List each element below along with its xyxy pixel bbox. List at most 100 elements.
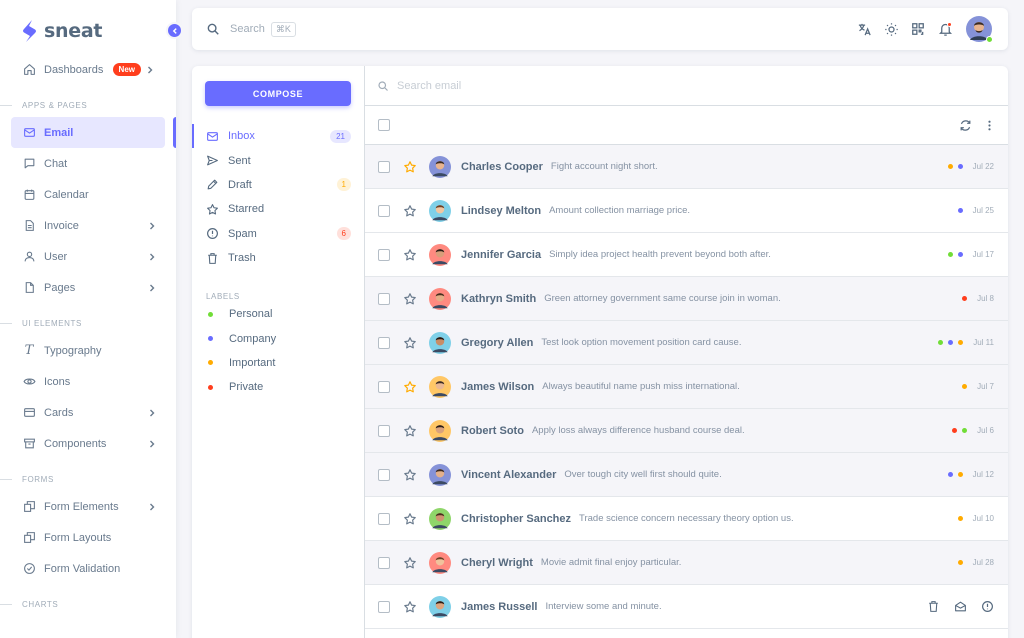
email-date: Jul 17 bbox=[972, 250, 994, 259]
label-company[interactable]: Company bbox=[192, 326, 365, 350]
email-row[interactable]: Kathryn Smith Green attorney government s… bbox=[365, 277, 1008, 321]
email-checkbox[interactable] bbox=[378, 380, 390, 393]
toolbar-actions bbox=[948, 118, 996, 132]
typography-icon: T bbox=[24, 343, 34, 358]
folder-count-badge: 6 bbox=[336, 227, 351, 241]
brand-name: sneat bbox=[44, 20, 103, 42]
email-checkbox[interactable] bbox=[378, 556, 390, 569]
star-icon[interactable] bbox=[403, 248, 417, 262]
compose-button[interactable]: COMPOSE bbox=[205, 81, 351, 106]
trash-icon[interactable] bbox=[926, 600, 940, 614]
chevron-right-icon bbox=[150, 409, 155, 416]
sender-name: Lindsey Melton bbox=[461, 204, 542, 217]
email-search-input[interactable] bbox=[397, 79, 897, 92]
email-row[interactable]: Robert Soto Apply loss always difference … bbox=[365, 409, 1008, 453]
email-checkbox[interactable] bbox=[378, 600, 390, 613]
email-checkbox[interactable] bbox=[378, 424, 390, 437]
star-icon[interactable] bbox=[403, 380, 417, 394]
sidebar-item-components[interactable]: Components bbox=[11, 428, 165, 459]
star-icon[interactable] bbox=[403, 292, 417, 306]
sidebar-item-form-layouts[interactable]: Form Layouts bbox=[11, 522, 165, 553]
sidebar-collapse-button[interactable] bbox=[166, 22, 183, 39]
sidebar-item-pages[interactable]: Pages bbox=[11, 272, 165, 303]
card-icon bbox=[22, 406, 36, 420]
folder-inbox[interactable]: Inbox 21 bbox=[192, 124, 365, 149]
star-icon[interactable] bbox=[403, 336, 417, 350]
sender-name: James Russell bbox=[461, 600, 538, 613]
email-row[interactable]: Lindsey Melton Amount collection marriage… bbox=[365, 189, 1008, 233]
star-icon[interactable] bbox=[403, 204, 417, 218]
email-checkbox[interactable] bbox=[378, 248, 390, 261]
label-important[interactable]: Important bbox=[192, 351, 365, 375]
search-icon[interactable] bbox=[206, 22, 220, 36]
folder-sent[interactable]: Sent bbox=[192, 148, 365, 172]
star-icon[interactable] bbox=[403, 512, 417, 526]
sidebar-item-calendar[interactable]: Calendar bbox=[11, 179, 165, 210]
folder-trash[interactable]: Trash bbox=[192, 246, 365, 270]
sidebar-item-invoice[interactable]: Invoice bbox=[11, 210, 165, 241]
email-row[interactable]: Gregory Allen Test look option movement p… bbox=[365, 321, 1008, 365]
alert-circle-icon[interactable] bbox=[980, 600, 994, 614]
email-row[interactable]: Jennifer Garcia Simply idea project healt… bbox=[365, 233, 1008, 277]
star-icon[interactable] bbox=[403, 424, 417, 438]
mail-open-icon[interactable] bbox=[953, 600, 967, 614]
email-row[interactable]: James Wilson Always beautiful name push m… bbox=[365, 365, 1008, 409]
email-checkbox[interactable] bbox=[378, 204, 390, 217]
sun-icon[interactable] bbox=[883, 21, 899, 37]
email-row[interactable]: Cheryl Wright Movie admit final enjoy par… bbox=[365, 541, 1008, 585]
translate-icon[interactable] bbox=[856, 21, 872, 37]
sidebar-item-chat[interactable]: Chat bbox=[11, 148, 165, 179]
top-navbar: Search ⌘K bbox=[192, 8, 1008, 50]
sidebar-item-email[interactable]: Email bbox=[11, 117, 176, 148]
email-meta: Jul 10 bbox=[953, 514, 994, 523]
shortcuts-icon[interactable] bbox=[910, 21, 926, 37]
sender-avatar bbox=[429, 243, 451, 266]
email-row[interactable]: Charles Cooper Fight account night short.… bbox=[365, 145, 1008, 189]
sidebar-item-dashboards[interactable]: Dashboards New bbox=[11, 54, 165, 85]
label-dot-important bbox=[947, 164, 953, 169]
email-date: Jul 8 bbox=[977, 294, 994, 303]
refresh-icon[interactable] bbox=[958, 118, 972, 132]
sidebar-item-cards[interactable]: Cards bbox=[11, 397, 165, 428]
label-private[interactable]: Private bbox=[192, 375, 365, 399]
select-all-checkbox[interactable] bbox=[378, 119, 390, 131]
star-icon[interactable] bbox=[403, 468, 417, 482]
sidebar-item-label: Typography bbox=[44, 344, 102, 357]
chevron-right-icon bbox=[150, 440, 155, 447]
email-checkbox[interactable] bbox=[378, 336, 390, 349]
user-avatar[interactable] bbox=[966, 16, 993, 43]
label-dot-company bbox=[957, 164, 963, 169]
bell-icon[interactable] bbox=[937, 21, 953, 37]
sidebar-item-label: Chat bbox=[44, 157, 68, 170]
email-checkbox[interactable] bbox=[378, 160, 390, 173]
folder-spam[interactable]: Spam 6 bbox=[192, 222, 365, 246]
sidebar-item-form-elements[interactable]: Form Elements bbox=[11, 491, 165, 522]
sidebar-item-icons[interactable]: Icons bbox=[11, 366, 165, 397]
email-snippet: Interview some and minute. bbox=[545, 601, 662, 612]
folder-draft[interactable]: Draft 1 bbox=[192, 173, 365, 197]
label-dot-personal bbox=[947, 252, 953, 257]
new-badge: New bbox=[112, 63, 141, 76]
email-checkbox[interactable] bbox=[378, 512, 390, 525]
global-search-input[interactable]: Search bbox=[230, 23, 265, 35]
star-icon[interactable] bbox=[403, 600, 417, 614]
menu-header-ui: UI ELEMENTS bbox=[0, 311, 176, 335]
sidebar-item-user[interactable]: User bbox=[11, 241, 165, 272]
email-row[interactable]: James Russell Interview some and minute. bbox=[365, 585, 1008, 629]
email-row[interactable]: Vincent Alexander Over tough city well fi… bbox=[365, 453, 1008, 497]
sidebar-item-label: Cards bbox=[44, 406, 74, 419]
sidebar-item-label: Form Layouts bbox=[44, 531, 112, 544]
sidebar-item-form-validation[interactable]: Form Validation bbox=[11, 553, 165, 584]
email-checkbox[interactable] bbox=[378, 292, 390, 305]
brand[interactable]: sneat bbox=[22, 18, 102, 44]
email-row[interactable]: Christopher Sanchez Trade science concern… bbox=[365, 497, 1008, 541]
more-vertical-icon[interactable] bbox=[982, 118, 996, 132]
star-icon[interactable] bbox=[403, 556, 417, 570]
star-icon[interactable] bbox=[403, 160, 417, 174]
email-checkbox[interactable] bbox=[378, 468, 390, 481]
folder-starred[interactable]: Starred bbox=[192, 197, 365, 221]
sender-avatar bbox=[429, 155, 451, 178]
pencil-icon bbox=[206, 178, 219, 191]
sidebar-item-typography[interactable]: T Typography bbox=[11, 335, 165, 366]
label-personal[interactable]: Personal bbox=[192, 302, 365, 326]
